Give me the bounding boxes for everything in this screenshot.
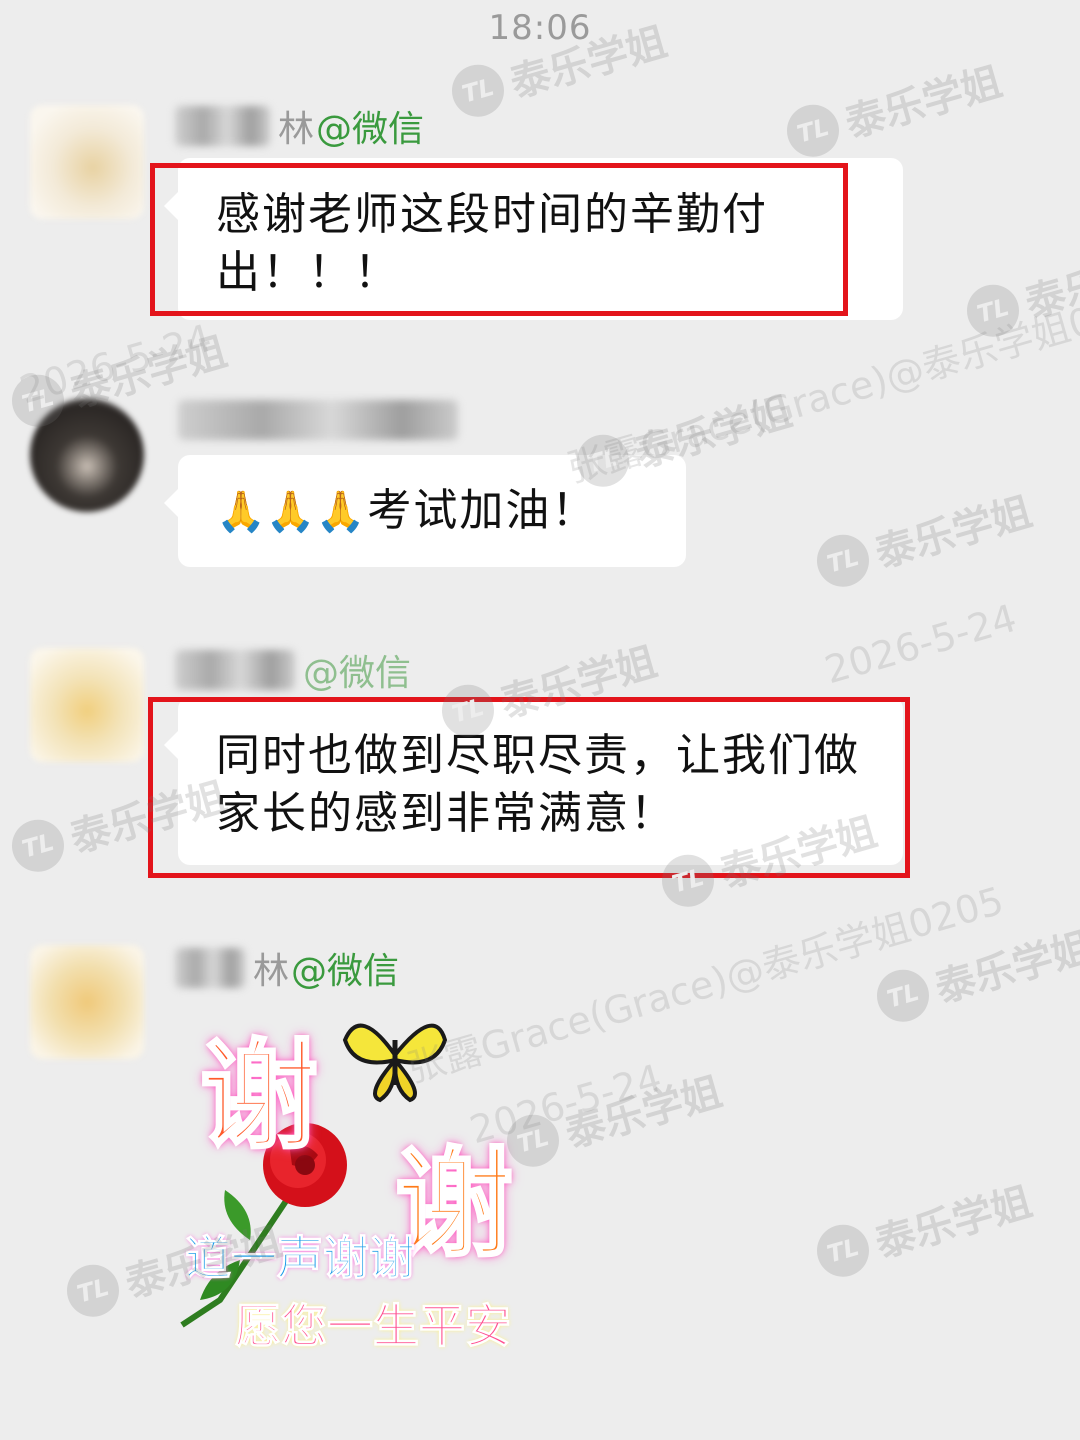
watermark-logo-icon: TL [655,848,721,913]
avatar[interactable] [30,945,144,1059]
message-text: 感谢老师这段时间的辛勤付出！！！ [216,189,768,298]
avatar[interactable] [30,648,144,762]
avatar[interactable] [30,105,144,219]
sticker-big-char: 谢 [198,1026,319,1167]
watermark: TL 泰乐学姐 [810,1169,1037,1285]
watermark-logo-icon: TL [5,813,71,878]
pray-hands-icon: 🙏🙏🙏 [216,489,366,535]
message-bubble[interactable]: 感谢老师这段时间的辛勤付出！！！ [164,158,903,320]
watermark-brand: 泰乐学姐 [840,58,1007,148]
blurred-name [175,106,270,146]
watermark-brand: 泰乐学姐 [870,1178,1037,1268]
watermark-logo-icon: TL [810,1218,876,1283]
chat-screen: 18:06 林 @微信 感谢老师这段时间的辛勤付出！！！ 🙏🙏🙏考试加油！ @微… [0,0,1080,1440]
sender-name-suffix: 林 [278,109,315,150]
blurred-name [178,400,458,440]
watermark-logo-icon: TL [780,98,846,163]
blurred-name [175,650,295,690]
watermark-logo-icon: TL [60,1258,126,1323]
watermark-logo-icon: TL [810,528,876,593]
sender-name: @微信 [175,644,411,696]
sender-name-suffix: 林 [253,951,290,992]
watermark: TL 泰乐学姐 [810,479,1037,595]
watermark-date: 2026-5-24 [820,595,1022,693]
watermark: TL 泰乐学姐 [780,49,1007,165]
sender-name [178,400,466,440]
message-text: 考试加油！ [367,485,598,536]
watermark-logo-icon: TL [445,58,511,123]
sticker-line-2: 愿您一生平安 [235,1299,512,1354]
watermark-logo-icon: TL [870,963,936,1028]
sender-name: 林 @微信 [175,100,424,152]
blurred-name [175,948,245,988]
sender-tag: @微信 [303,653,412,694]
sender-tag: @微信 [316,109,425,150]
sender-tag: @微信 [291,951,400,992]
sender-name: 林 @微信 [175,942,399,994]
message-text: 同时也做到尽职尽责，让我们做家长的感到非常满意！ [216,730,860,839]
watermark-brand: 泰乐学姐 [870,488,1037,578]
